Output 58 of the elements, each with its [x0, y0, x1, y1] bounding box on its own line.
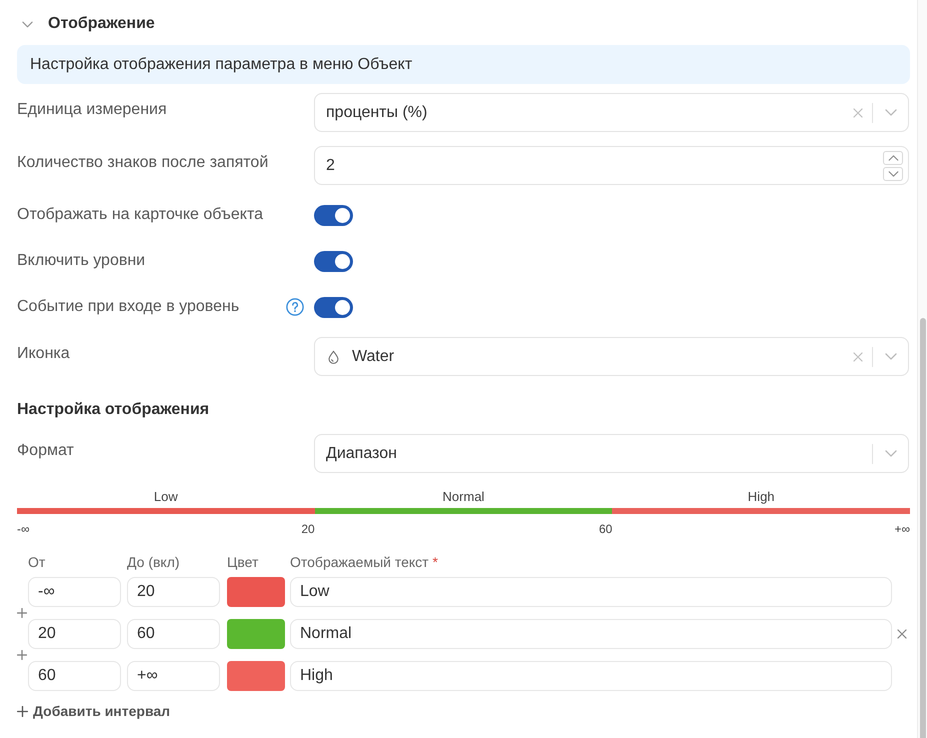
field-label: Иконка — [17, 344, 71, 364]
number-input[interactable]: 2 — [314, 146, 909, 185]
chevron-down-icon[interactable] — [885, 109, 897, 116]
color-swatch[interactable] — [227, 619, 285, 649]
format-select[interactable]: Диапазон — [314, 434, 909, 473]
column-header: Цвет — [227, 554, 258, 570]
column-header: От — [28, 554, 46, 570]
color-swatch[interactable] — [227, 577, 285, 607]
toggle-switch[interactable] — [314, 250, 353, 272]
subsection-title: Настройка отображения — [17, 400, 210, 420]
scrollbar-thumb[interactable] — [920, 318, 926, 738]
section-title: Отображение — [48, 14, 155, 34]
scale-tick-label: 20 — [301, 521, 315, 537]
scale-tick-label: 60 — [598, 521, 612, 537]
increment-button[interactable] — [883, 150, 903, 164]
field-label: Единица измерения — [17, 100, 168, 120]
segment-label: High — [748, 489, 775, 505]
field-label: Количество знаков после запятой — [17, 153, 270, 173]
toggle-switch[interactable] — [314, 296, 353, 318]
chevron-down-icon[interactable] — [22, 20, 33, 28]
info-banner: Настройка отображения параметра в меню Объект — [17, 45, 910, 84]
display-text-input[interactable]: Normal — [290, 619, 892, 649]
toggle-switch[interactable] — [314, 204, 353, 226]
chevron-up-icon — [888, 154, 898, 160]
segment-label: Normal — [442, 489, 484, 505]
from-input[interactable]: 20 — [28, 619, 121, 649]
chevron-down-icon[interactable] — [885, 353, 897, 360]
scale-tick-label: -∞ — [17, 521, 30, 537]
color-swatch[interactable] — [227, 661, 285, 691]
to-input[interactable]: 60 — [127, 619, 220, 649]
close-icon[interactable] — [897, 629, 907, 639]
column-header: Отображаемый текст * — [290, 554, 438, 570]
scale-tick-label: +∞ — [894, 521, 910, 537]
field-label: Формат — [17, 441, 74, 461]
chevron-down-icon[interactable] — [885, 450, 897, 457]
plus-icon[interactable] — [17, 650, 27, 660]
to-input[interactable]: 20 — [127, 577, 220, 607]
clear-icon[interactable] — [853, 108, 863, 118]
add-interval-button[interactable]: Добавить интервал — [17, 703, 170, 719]
from-input[interactable]: -∞ — [28, 577, 121, 607]
field-label: Включить уровни — [17, 251, 146, 271]
from-input[interactable]: 60 — [28, 661, 121, 691]
unit-select[interactable]: проценты (%) — [314, 93, 909, 132]
display-text-input[interactable]: Low — [290, 577, 892, 607]
plus-icon[interactable] — [17, 608, 27, 618]
field-label: Событие при входе в уровень — [17, 297, 240, 317]
clear-icon[interactable] — [853, 352, 863, 362]
icon-select[interactable]: Water — [314, 337, 909, 376]
decrement-button[interactable] — [883, 166, 903, 180]
to-input[interactable]: +∞ — [127, 661, 220, 691]
display-text-input[interactable]: High — [290, 661, 892, 691]
plus-icon — [17, 706, 28, 716]
field-label: Отображать на карточке объекта — [17, 205, 264, 225]
chevron-down-icon — [888, 170, 898, 176]
segment-label: Low — [154, 489, 178, 505]
column-header: До (вкл) — [127, 554, 180, 570]
droplet-icon — [328, 350, 339, 364]
help-icon[interactable] — [286, 298, 304, 316]
